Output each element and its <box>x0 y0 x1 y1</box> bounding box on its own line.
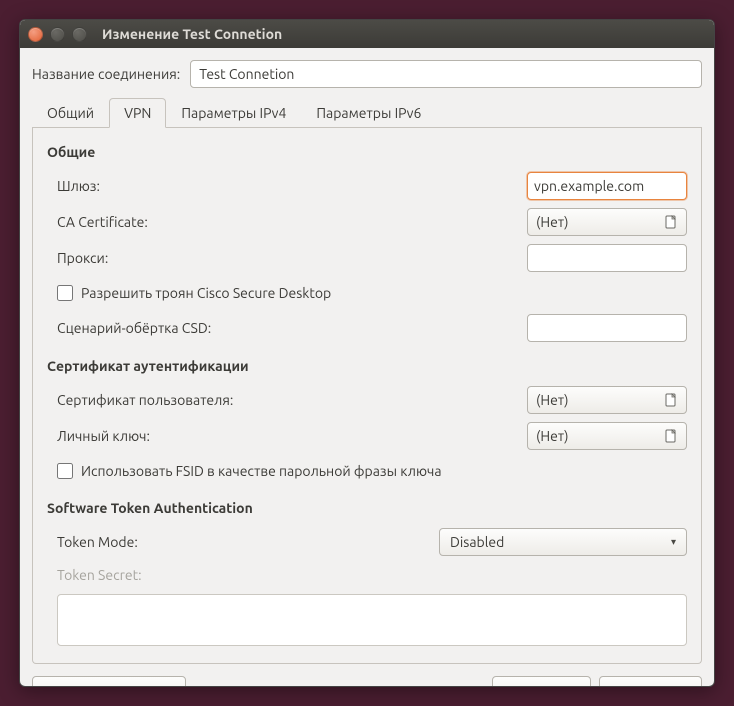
ca-cert-value: (Нет) <box>536 214 664 230</box>
private-key-value: (Нет) <box>536 428 664 444</box>
tab-ipv4[interactable]: Параметры IPv4 <box>166 98 301 128</box>
token-mode-combo[interactable]: Disabled ▾ <box>439 528 687 556</box>
csd-checkbox-label: Разрешить троян Cisco Secure Desktop <box>81 285 331 301</box>
vpn-tab-pane: Общие Шлюз: CA Certificate: (Нет) Прокси… <box>32 128 702 664</box>
save-button[interactable]: Сохранить <box>599 676 702 687</box>
csd-checkbox[interactable] <box>57 285 73 301</box>
maximize-icon[interactable] <box>72 27 87 42</box>
section-auth-heading: Сертификат аутентификации <box>47 358 687 374</box>
private-key-chooser[interactable]: (Нет) <box>527 422 687 450</box>
tab-ipv6[interactable]: Параметры IPv6 <box>301 98 436 128</box>
ca-cert-chooser[interactable]: (Нет) <box>527 208 687 236</box>
connection-name-input[interactable] <box>190 60 702 88</box>
user-cert-label: Сертификат пользователя: <box>57 392 233 408</box>
gateway-input[interactable] <box>527 172 687 200</box>
user-cert-chooser[interactable]: (Нет) <box>527 386 687 414</box>
proxy-input[interactable] <box>527 244 687 272</box>
csd-wrapper-input[interactable] <box>527 314 687 342</box>
titlebar[interactable]: Изменение Test Connetion <box>20 20 714 48</box>
gateway-label: Шлюз: <box>57 178 100 194</box>
csd-wrapper-label: Сценарий-обёртка CSD: <box>57 320 211 336</box>
close-icon[interactable] <box>28 27 43 42</box>
file-icon <box>664 429 678 443</box>
cancel-button[interactable]: Отменить <box>492 676 591 687</box>
user-cert-value: (Нет) <box>536 392 664 408</box>
section-general-heading: Общие <box>47 144 687 160</box>
token-secret-label: Token Secret: <box>57 567 142 583</box>
export-button[interactable]: Экспортировать… <box>32 676 186 687</box>
private-key-label: Личный ключ: <box>57 428 150 444</box>
client-area: Название соединения: Общий VPN Параметры… <box>20 48 714 687</box>
proxy-label: Прокси: <box>57 250 108 266</box>
tab-vpn[interactable]: VPN <box>109 98 166 128</box>
section-token-heading: Software Token Authentication <box>47 500 687 516</box>
fsid-checkbox[interactable] <box>57 463 73 479</box>
minimize-icon[interactable] <box>50 27 65 42</box>
dialog-button-bar: Экспортировать… Отменить Сохранить <box>32 676 702 687</box>
fsid-checkbox-label: Использовать FSID в качестве парольной ф… <box>81 463 442 479</box>
chevron-down-icon: ▾ <box>671 536 676 548</box>
token-secret-textarea[interactable] <box>57 594 687 646</box>
tab-bar: Общий VPN Параметры IPv4 Параметры IPv6 <box>32 98 702 128</box>
connection-name-label: Название соединения: <box>32 66 180 82</box>
window-title: Изменение Test Connetion <box>102 26 282 42</box>
file-icon <box>664 215 678 229</box>
token-mode-label: Token Mode: <box>57 534 138 550</box>
ca-cert-label: CA Certificate: <box>57 214 148 230</box>
token-mode-value: Disabled <box>450 534 504 550</box>
file-icon <box>664 393 678 407</box>
tab-general[interactable]: Общий <box>32 98 109 128</box>
dialog-window: Изменение Test Connetion Название соедин… <box>19 19 715 687</box>
